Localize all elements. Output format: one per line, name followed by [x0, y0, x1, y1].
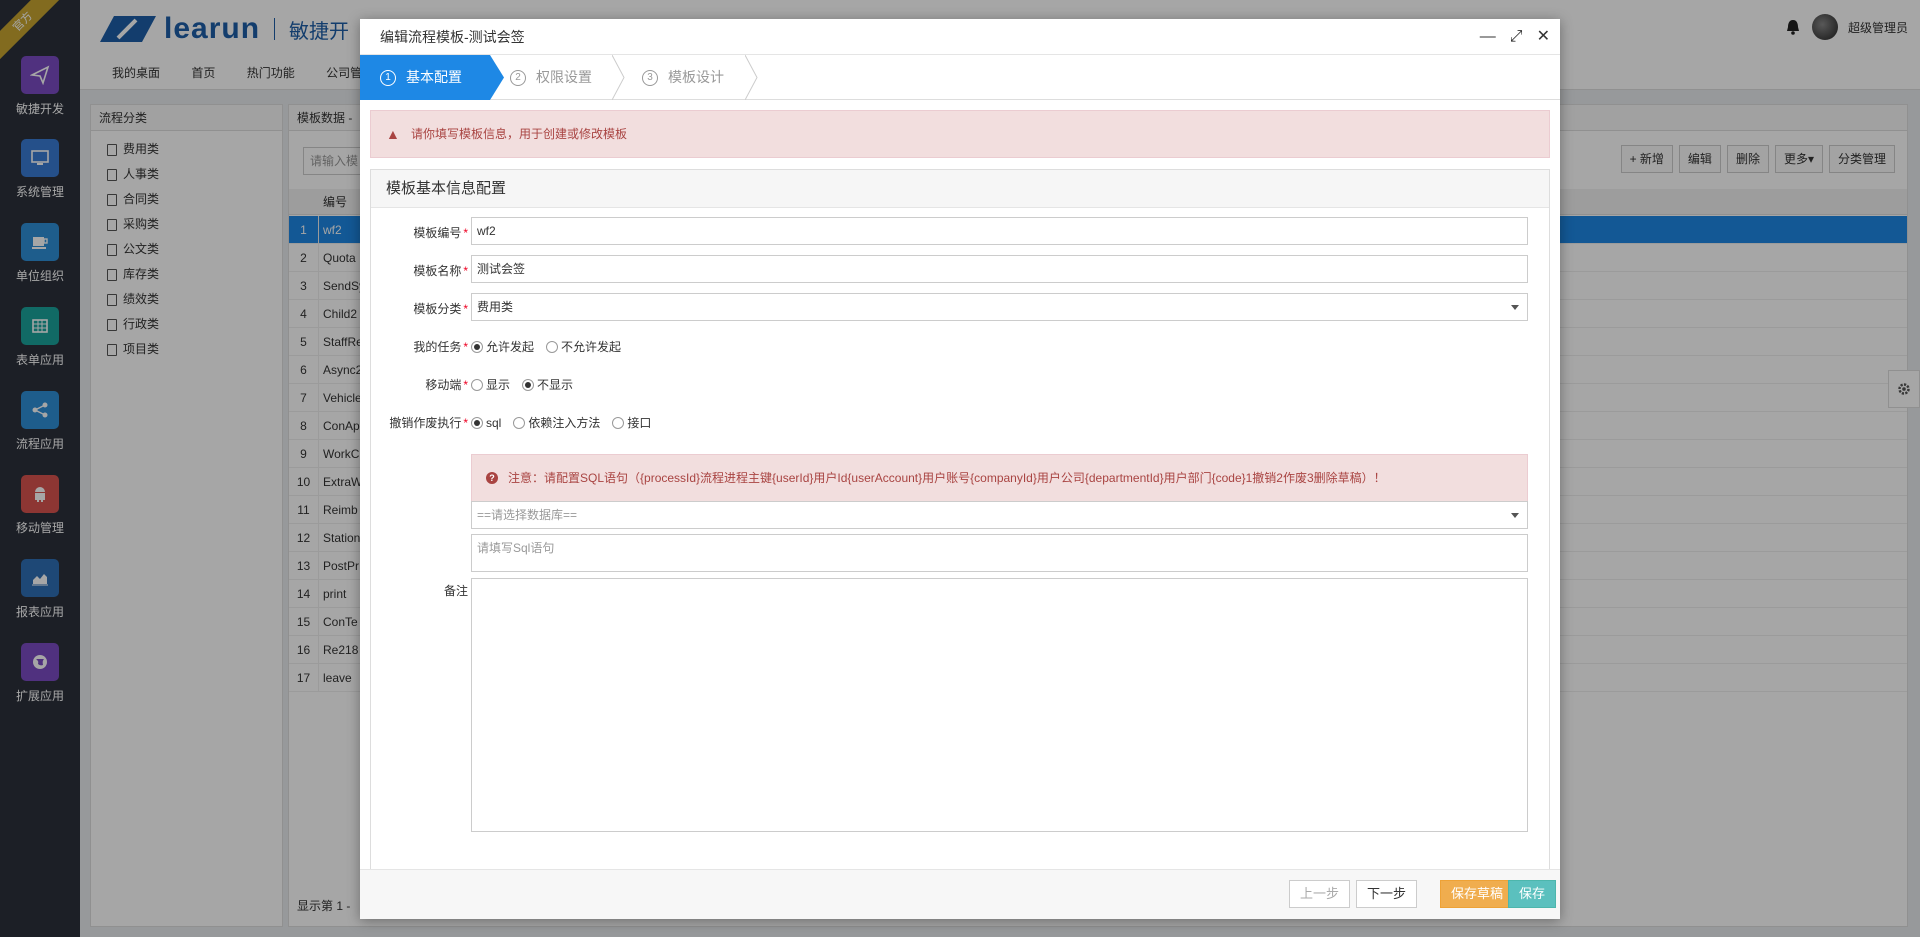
step-number: 1 [380, 70, 396, 87]
category-label: 模板分类 * [413, 302, 468, 316]
next-step-button[interactable]: 下一步 [1355, 880, 1417, 908]
prev-step-button[interactable]: 上一步 [1288, 880, 1350, 908]
maximize-icon[interactable]: ⤢ [1510, 19, 1523, 55]
template-category-select[interactable]: 费用类 [471, 293, 1528, 321]
alert-text: 请你填写模板信息，用于创建或修改模板 [411, 127, 628, 141]
step-label: 模板设计 [668, 69, 724, 85]
radio-checked-icon [522, 378, 535, 391]
step-label: 基本配置 [406, 69, 462, 85]
name-label: 模板名称 * [413, 264, 468, 278]
radio-checked-icon [471, 416, 483, 429]
sql-note-alert: ? 注意：请配置SQL语句（{processId}流程进程主键{userId}用… [471, 454, 1528, 502]
category-value: 费用类 [477, 300, 514, 314]
database-placeholder: ==请选择数据库== [477, 508, 578, 522]
step-template-design[interactable]: 3 模板设计 [642, 55, 724, 100]
step-arrow [612, 55, 625, 100]
step-number: 3 [642, 70, 658, 87]
wizard-steps: 1 基本配置 2 权限设置 3 模板设计 [360, 55, 1560, 100]
step-basic-config[interactable]: 1 基本配置 [360, 55, 490, 100]
dialog-footer: 上一步 下一步 保存草稿 保存 [360, 869, 1560, 919]
remark-textarea[interactable] [471, 578, 1528, 832]
radio-di-method[interactable]: 依赖注入方法 [513, 414, 600, 431]
radio-checked-icon [471, 340, 483, 353]
section-title: 模板基本信息配置 [371, 170, 1549, 208]
radio-sql[interactable]: sql [471, 416, 501, 430]
radio-interface[interactable]: 接口 [612, 414, 651, 431]
template-code-input[interactable]: wf2 [471, 217, 1528, 245]
save-button[interactable]: 保存 [1507, 880, 1556, 908]
close-icon[interactable]: ✕ [1537, 19, 1550, 55]
radio-allow-start[interactable]: 允许发起 [471, 338, 534, 355]
mobile-label: 移动端 * [425, 378, 468, 392]
step-permissions[interactable]: 2 权限设置 [510, 55, 592, 100]
radio-unchecked-icon [546, 340, 559, 353]
template-name-input[interactable]: 测试会签 [471, 255, 1528, 283]
chevron-down-icon [1511, 305, 1519, 310]
radio-show[interactable]: 显示 [471, 376, 510, 393]
save-draft-button[interactable]: 保存草稿 [1439, 880, 1514, 908]
code-label: 模板编号 * [413, 226, 468, 240]
question-circle-icon: ? [486, 472, 498, 484]
radio-unchecked-icon [612, 416, 625, 429]
info-alert: ▲ 请你填写模板信息，用于创建或修改模板 [370, 110, 1550, 158]
undo-label: 撤销作废执行 * [389, 416, 468, 430]
edit-template-dialog: 编辑流程模板-测试会签 — ⤢ ✕ 1 基本配置 2 权限设置 3 模板设计 ▲ 请你… [360, 19, 1560, 919]
sql-textarea[interactable]: 请填写Sql语句 [471, 534, 1528, 572]
note-text: 注意：请配置SQL语句（{processId}流程进程主键{userId}用户I… [508, 471, 1386, 485]
step-arrow [745, 55, 758, 100]
chevron-down-icon [1511, 513, 1519, 518]
remark-label: 备注 [443, 584, 468, 598]
minimize-icon[interactable]: — [1480, 19, 1496, 55]
warning-icon: ▲ [386, 126, 400, 142]
radio-disallow-start[interactable]: 不允许发起 [546, 338, 621, 355]
radio-hide[interactable]: 不显示 [522, 376, 573, 393]
radio-unchecked-icon [471, 378, 483, 391]
step-number: 2 [510, 70, 526, 87]
step-arrow-active [490, 55, 504, 100]
dialog-title-bar: 编辑流程模板-测试会签 — ⤢ ✕ [360, 19, 1560, 55]
radio-unchecked-icon [513, 416, 526, 429]
basic-config-section: 模板基本信息配置 模板编号 * wf2 模板名称 * 测试会签 模板分类 * 费用类 … [370, 169, 1550, 870]
step-label: 权限设置 [536, 69, 592, 85]
task-label: 我的任务 * [413, 340, 468, 354]
dialog-title: 编辑流程模板-测试会签 [380, 29, 525, 45]
database-select[interactable]: ==请选择数据库== [471, 501, 1528, 529]
